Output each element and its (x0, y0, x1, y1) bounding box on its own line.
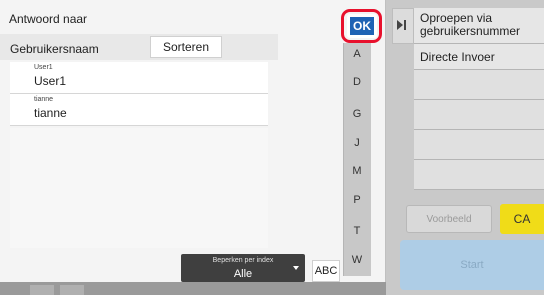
index-letter-p[interactable]: P (343, 194, 371, 206)
abc-button[interactable]: ABC (312, 260, 340, 282)
index-letter-w[interactable]: W (343, 254, 371, 266)
sort-button[interactable]: Sorteren (150, 36, 222, 58)
list-item-subtitle: tianne (34, 96, 54, 103)
list-item-subtitle: User1 (34, 64, 53, 71)
limit-value: Alle (233, 268, 253, 280)
limit-label: Beperken per index (212, 257, 274, 264)
dialog-title: Antwoord naar (9, 12, 88, 26)
index-letter-t[interactable]: T (343, 225, 371, 237)
direct-entry-label: Directe Invoer (420, 50, 495, 64)
ok-highlight-ring (341, 9, 382, 43)
recall-label: Oproepen via gebruikersnummer (420, 11, 521, 38)
column-label-username: Gebruikersnaam (10, 42, 99, 56)
index-letter-a[interactable]: A (343, 48, 371, 60)
index-letter-d[interactable]: D (343, 76, 371, 88)
play-icon (397, 20, 403, 30)
column-header: Gebruikersnaam (0, 34, 278, 60)
bottom-segment (60, 285, 84, 295)
play-bar-icon (404, 20, 406, 30)
right-blank-row (414, 130, 544, 160)
right-blank-row (414, 160, 544, 190)
bottom-bar (0, 282, 386, 295)
direct-entry-button[interactable]: Directe Invoer (414, 44, 544, 70)
recall-by-user-number-button[interactable]: Oproepen via gebruikersnummer (414, 8, 544, 44)
bottom-segment (30, 285, 54, 295)
chevron-down-icon (293, 266, 299, 270)
index-letter-j[interactable]: J (343, 137, 371, 149)
index-letter-m[interactable]: M (343, 165, 371, 177)
right-blank-row (414, 100, 544, 130)
list-item-name: User1 (34, 74, 67, 88)
right-blank-row (414, 70, 544, 100)
list-item[interactable]: tianne tianne (10, 94, 268, 126)
index-letter-g[interactable]: G (343, 108, 371, 120)
list-empty-area (10, 128, 268, 248)
preview-button[interactable]: Voorbeeld (406, 205, 492, 233)
limit-by-index-dropdown[interactable]: Beperken per index Alle (181, 254, 305, 282)
start-button[interactable]: Start (400, 240, 544, 290)
list-item[interactable]: User1 User1 (10, 62, 268, 94)
list-item-name: tianne (34, 106, 67, 120)
ca-button[interactable]: CA (500, 204, 544, 234)
panel-toggle-button[interactable] (392, 8, 414, 44)
